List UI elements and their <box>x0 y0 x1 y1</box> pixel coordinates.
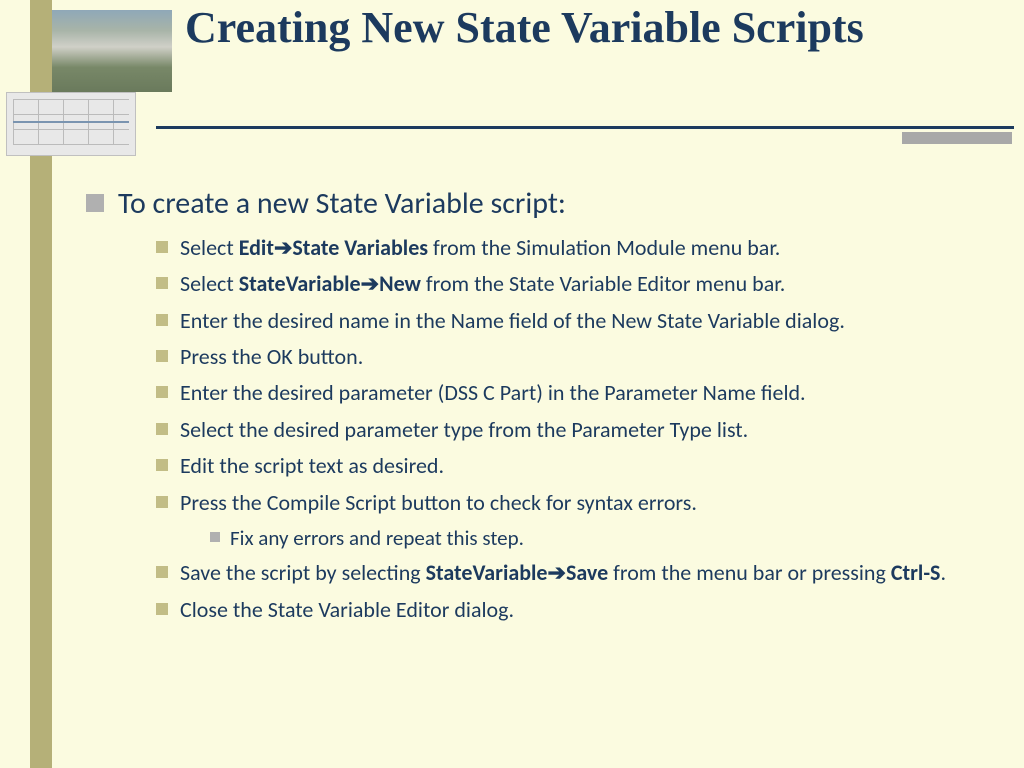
square-bullet-icon <box>156 459 168 471</box>
title-underline <box>156 126 1014 129</box>
square-bullet-icon <box>156 386 168 398</box>
step-item: Select the desired parameter type from t… <box>156 415 1006 445</box>
steps-list: Select Edit➔State Variables from the Sim… <box>156 233 1006 625</box>
step-text: Edit the script text as desired. <box>180 451 444 481</box>
substeps-list: Fix any errors and repeat this step. <box>210 524 1006 552</box>
content-area: To create a new State Variable script: S… <box>86 184 1006 631</box>
step-text: Save the script by selecting StateVariab… <box>180 558 946 588</box>
square-bullet-icon <box>156 496 168 508</box>
square-bullet-icon <box>210 532 220 542</box>
square-bullet-icon <box>156 603 168 615</box>
step-text: Press the Compile Script button to check… <box>180 488 697 518</box>
step-item: Select Edit➔State Variables from the Sim… <box>156 233 1006 263</box>
step-text: Enter the desired name in the Name field… <box>180 306 845 336</box>
square-bullet-icon <box>156 350 168 362</box>
step-item: Edit the script text as desired. <box>156 451 1006 481</box>
title-block: Creating New State Variable Scripts <box>185 2 1005 54</box>
intro-row: To create a new State Variable script: <box>86 184 1006 223</box>
square-bullet-icon <box>156 423 168 435</box>
step-item: Select StateVariable➔New from the State … <box>156 269 1006 299</box>
dam-photo <box>52 10 172 92</box>
step-text: Select Edit➔State Variables from the Sim… <box>180 233 780 263</box>
slide-title: Creating New State Variable Scripts <box>185 2 1005 54</box>
step-text: Press the OK button. <box>180 342 363 372</box>
step-item: Press the Compile Script button to check… <box>156 488 1006 518</box>
square-bullet-icon <box>156 241 168 253</box>
substep-text: Fix any errors and repeat this step. <box>230 524 524 552</box>
substep-item: Fix any errors and repeat this step. <box>210 524 1006 552</box>
step-text: Close the State Variable Editor dialog. <box>180 595 514 625</box>
step-text: Select the desired parameter type from t… <box>180 415 748 445</box>
step-item: Enter the desired parameter (DSS C Part)… <box>156 378 1006 408</box>
square-bullet-icon <box>156 277 168 289</box>
square-bullet-icon <box>156 566 168 578</box>
intro-text: To create a new State Variable script: <box>118 184 566 223</box>
step-item: Press the OK button. <box>156 342 1006 372</box>
square-bullet-icon <box>86 194 104 212</box>
step-item: Enter the desired name in the Name field… <box>156 306 1006 336</box>
step-item: Save the script by selecting StateVariab… <box>156 558 1006 588</box>
step-text: Select StateVariable➔New from the State … <box>180 269 785 299</box>
curve-diagram <box>6 92 136 156</box>
accent-bar <box>902 132 1012 144</box>
step-item: Close the State Variable Editor dialog. <box>156 595 1006 625</box>
step-text: Enter the desired parameter (DSS C Part)… <box>180 378 806 408</box>
square-bullet-icon <box>156 314 168 326</box>
